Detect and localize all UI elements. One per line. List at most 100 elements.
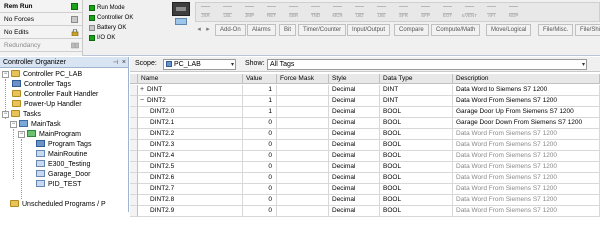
instruction-button[interactable]: MCR bbox=[332, 5, 343, 19]
instruction-button[interactable]: AFI bbox=[486, 5, 497, 19]
tree-item-tasks[interactable]: − Tasks bbox=[2, 110, 41, 120]
row-selector[interactable] bbox=[130, 151, 138, 162]
cell-force[interactable] bbox=[277, 184, 329, 195]
tab-scroll-left-icon[interactable]: ◂ bbox=[195, 25, 203, 35]
tab-alarms[interactable]: Alarms bbox=[247, 24, 276, 36]
instruction-button[interactable]: EVENT bbox=[462, 5, 477, 19]
tree-item-maintask[interactable]: − MainTask bbox=[10, 120, 61, 130]
cell-name[interactable]: DINT2.7 bbox=[138, 184, 243, 195]
column-header-description[interactable]: Description bbox=[453, 74, 600, 84]
expand-icon[interactable]: + bbox=[140, 85, 147, 95]
row-selector[interactable] bbox=[130, 195, 138, 206]
cell-value[interactable]: 0 bbox=[243, 129, 277, 140]
row-selector[interactable] bbox=[130, 173, 138, 184]
cell-force[interactable] bbox=[277, 173, 329, 184]
cell-type[interactable]: BOOL bbox=[380, 107, 453, 118]
cell-name[interactable]: DINT2.6 bbox=[138, 173, 243, 184]
row-selector[interactable] bbox=[130, 162, 138, 173]
tab-compare[interactable]: Compare bbox=[394, 24, 429, 36]
collapse-icon[interactable]: − bbox=[2, 71, 9, 78]
tree-item-garage-door[interactable]: Garage_Door bbox=[36, 170, 90, 180]
cell-name[interactable]: DINT2.2 bbox=[138, 129, 243, 140]
close-icon[interactable]: × bbox=[122, 57, 126, 68]
pin-icon[interactable]: ⊣ bbox=[113, 58, 118, 69]
cell-force[interactable] bbox=[277, 151, 329, 162]
cell-desc[interactable]: Data Word From Siemens S7 1200 bbox=[453, 184, 600, 195]
cell-type[interactable]: BOOL bbox=[380, 162, 453, 173]
instruction-button[interactable]: JSR bbox=[200, 5, 211, 19]
collapse-icon[interactable]: − bbox=[10, 121, 17, 128]
cell-style[interactable]: Decimal bbox=[329, 184, 380, 195]
cell-type[interactable]: BOOL bbox=[380, 118, 453, 129]
instruction-button[interactable]: SFR bbox=[398, 5, 409, 19]
instruction-button[interactable]: RET bbox=[266, 5, 277, 19]
instruction-button[interactable]: TND bbox=[310, 5, 321, 19]
tree-item-program-tags[interactable]: Program Tags bbox=[36, 140, 91, 150]
cell-force[interactable] bbox=[277, 195, 329, 206]
instruction-button[interactable]: EOT bbox=[442, 5, 453, 19]
tab-file-shift[interactable]: File/Shift bbox=[575, 24, 600, 36]
cell-desc[interactable]: Data Word From Siemens S7 1200 bbox=[453, 162, 600, 173]
cell-name[interactable]: DINT2.8 bbox=[138, 195, 243, 206]
tab-move-logical[interactable]: Move/Logical bbox=[486, 24, 532, 36]
cell-desc[interactable]: Garage Door Up From Siemens S7 1200 bbox=[453, 107, 600, 118]
row-selector[interactable] bbox=[130, 206, 138, 217]
tab-add-on[interactable]: Add-On bbox=[215, 24, 246, 36]
redundancy-row[interactable]: Redundancy bbox=[0, 39, 82, 52]
cell-desc[interactable]: Data Word From Siemens S7 1200 bbox=[453, 195, 600, 206]
row-selector[interactable] bbox=[130, 118, 138, 129]
cell-type[interactable]: BOOL bbox=[380, 195, 453, 206]
cell-force[interactable] bbox=[277, 85, 329, 96]
cell-value[interactable]: 1 bbox=[243, 107, 277, 118]
tree-item-controller[interactable]: − Controller PC_LAB bbox=[2, 70, 82, 80]
tree-item-unscheduled-programs[interactable]: Unscheduled Programs / P bbox=[10, 200, 106, 210]
cell-force[interactable] bbox=[277, 129, 329, 140]
cell-style[interactable]: Decimal bbox=[329, 162, 380, 173]
cell-type[interactable]: BOOL bbox=[380, 129, 453, 140]
path-icon[interactable] bbox=[175, 18, 187, 25]
tree-item-pid-test[interactable]: PID_TEST bbox=[36, 180, 81, 190]
cell-desc[interactable]: Data Word From Siemens S7 1200 bbox=[453, 140, 600, 151]
cell-force[interactable] bbox=[277, 162, 329, 173]
cell-style[interactable]: Decimal bbox=[329, 107, 380, 118]
row-selector[interactable] bbox=[130, 107, 138, 118]
cell-style[interactable]: Decimal bbox=[329, 195, 380, 206]
cell-type[interactable]: BOOL bbox=[380, 173, 453, 184]
cell-type[interactable]: BOOL bbox=[380, 184, 453, 195]
cell-type[interactable]: DINT bbox=[380, 96, 453, 107]
cell-value[interactable]: 0 bbox=[243, 140, 277, 151]
cell-style[interactable]: Decimal bbox=[329, 96, 380, 107]
cell-value[interactable]: 0 bbox=[243, 195, 277, 206]
cell-name[interactable]: + DINT bbox=[138, 85, 243, 96]
row-selector[interactable] bbox=[130, 96, 138, 107]
cell-style[interactable]: Decimal bbox=[329, 118, 380, 129]
collapse-icon[interactable]: − bbox=[18, 131, 25, 138]
tab-timer-counter[interactable]: Timer/Counter bbox=[298, 24, 347, 36]
cell-force[interactable] bbox=[277, 206, 329, 217]
cell-type[interactable]: BOOL bbox=[380, 151, 453, 162]
scope-dropdown[interactable]: PC_LAB ▾ bbox=[163, 59, 236, 70]
tab-file-misc[interactable]: File/Misc. bbox=[538, 24, 574, 36]
tab-input-output[interactable]: Input/Output bbox=[347, 24, 391, 36]
cell-force[interactable] bbox=[277, 107, 329, 118]
instruction-button[interactable]: UID bbox=[354, 5, 365, 19]
cell-force[interactable] bbox=[277, 140, 329, 151]
row-selector[interactable] bbox=[130, 85, 138, 96]
cell-desc[interactable]: Data Word From Siemens S7 1200 bbox=[453, 206, 600, 217]
column-header-name[interactable]: Name bbox=[138, 74, 243, 84]
cell-name[interactable]: DINT2.3 bbox=[138, 140, 243, 151]
cell-name[interactable]: DINT2.1 bbox=[138, 118, 243, 129]
cell-type[interactable]: BOOL bbox=[380, 140, 453, 151]
cell-value[interactable]: 0 bbox=[243, 206, 277, 217]
cell-value[interactable]: 1 bbox=[243, 85, 277, 96]
cell-value[interactable]: 0 bbox=[243, 173, 277, 184]
collapse-icon[interactable]: − bbox=[2, 111, 9, 118]
tab-compute-math[interactable]: Compute/Math bbox=[431, 24, 481, 36]
cell-value[interactable]: 1 bbox=[243, 96, 277, 107]
row-selector[interactable] bbox=[130, 184, 138, 195]
cell-value[interactable]: 0 bbox=[243, 184, 277, 195]
cell-type[interactable]: DINT bbox=[380, 85, 453, 96]
cell-force[interactable] bbox=[277, 96, 329, 107]
cell-type[interactable]: BOOL bbox=[380, 206, 453, 217]
tree-item-mainroutine[interactable]: MainRoutine bbox=[36, 150, 87, 160]
